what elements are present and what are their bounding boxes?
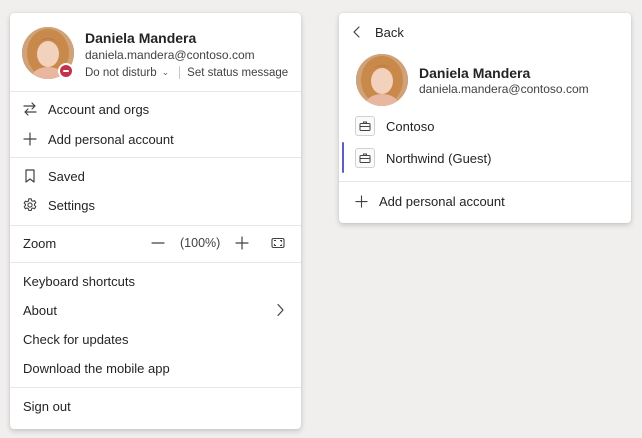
download-mobile-app-label: Download the mobile app	[23, 360, 170, 376]
account-profile-name: Daniela Mandera	[419, 65, 531, 81]
add-personal-account-label: Add personal account	[379, 193, 505, 209]
status-line: Do not disturb ⌄ Set status message	[85, 66, 288, 79]
zoom-row: Zoom (100%)	[10, 229, 301, 257]
keyboard-shortcuts-label: Keyboard shortcuts	[23, 273, 136, 289]
bookmark-icon	[22, 168, 38, 184]
divider	[10, 387, 301, 388]
divider	[10, 91, 301, 92]
dnd-status-icon	[58, 63, 74, 79]
profile-name: Daniela Mandera	[85, 30, 197, 46]
avatar	[356, 54, 408, 106]
chevron-right-icon	[277, 303, 284, 317]
profile-menu: Daniela Mandera daniela.mandera@contoso.…	[10, 13, 301, 429]
account-and-orgs-item[interactable]: Account and orgs	[10, 95, 301, 123]
divider	[339, 181, 631, 182]
plus-icon	[354, 194, 369, 209]
zoom-in-button[interactable]	[233, 234, 251, 252]
chevron-down-icon[interactable]: ⌄	[162, 67, 170, 78]
sign-out-item[interactable]: Sign out	[10, 392, 301, 420]
zoom-value: (100%)	[180, 236, 221, 250]
settings-label: Settings	[48, 197, 95, 213]
full-screen-icon	[271, 237, 285, 249]
add-personal-account-label: Add personal account	[48, 131, 174, 147]
briefcase-icon	[355, 116, 375, 136]
zoom-label: Zoom	[23, 235, 57, 251]
briefcase-icon	[355, 148, 375, 168]
org-northwind[interactable]: Northwind (Guest)	[339, 144, 631, 172]
set-status-message-link[interactable]: Set status message	[187, 67, 288, 79]
check-for-updates-item[interactable]: Check for updates	[10, 325, 301, 353]
switch-arrows-icon	[22, 101, 38, 117]
account-profile-email: daniela.mandera@contoso.com	[419, 82, 589, 96]
keyboard-shortcuts-item[interactable]: Keyboard shortcuts	[10, 267, 301, 295]
accounts-panel: Back Daniela Mandera daniela.mandera@con…	[339, 13, 631, 223]
status-separator	[179, 66, 181, 79]
gear-icon	[22, 197, 38, 213]
status-dropdown[interactable]: Do not disturb	[85, 67, 157, 79]
saved-item[interactable]: Saved	[10, 162, 301, 190]
about-label: About	[23, 302, 57, 318]
settings-item[interactable]: Settings	[10, 191, 301, 219]
avatar-photo	[356, 54, 408, 106]
minus-icon	[151, 242, 165, 244]
saved-label: Saved	[48, 168, 85, 184]
divider	[10, 262, 301, 263]
plus-icon	[235, 236, 249, 250]
org-label: Northwind (Guest)	[386, 150, 492, 166]
divider	[10, 225, 301, 226]
add-personal-account-button[interactable]: Add personal account	[339, 187, 631, 215]
chevron-left-icon	[353, 26, 360, 38]
zoom-out-button[interactable]	[149, 234, 167, 252]
org-contoso[interactable]: Contoso	[339, 112, 631, 140]
plus-icon	[22, 131, 38, 147]
sign-out-label: Sign out	[23, 398, 71, 414]
download-mobile-app-item[interactable]: Download the mobile app	[10, 354, 301, 382]
add-personal-account-item[interactable]: Add personal account	[10, 125, 301, 153]
org-label: Contoso	[386, 118, 435, 134]
profile-email: daniela.mandera@contoso.com	[85, 48, 255, 62]
back-button[interactable]: Back	[351, 22, 404, 42]
full-screen-button[interactable]	[269, 234, 287, 252]
divider	[10, 157, 301, 158]
account-and-orgs-label: Account and orgs	[48, 101, 150, 117]
back-label: Back	[375, 24, 404, 40]
about-item[interactable]: About	[10, 296, 301, 324]
check-for-updates-label: Check for updates	[23, 331, 129, 347]
